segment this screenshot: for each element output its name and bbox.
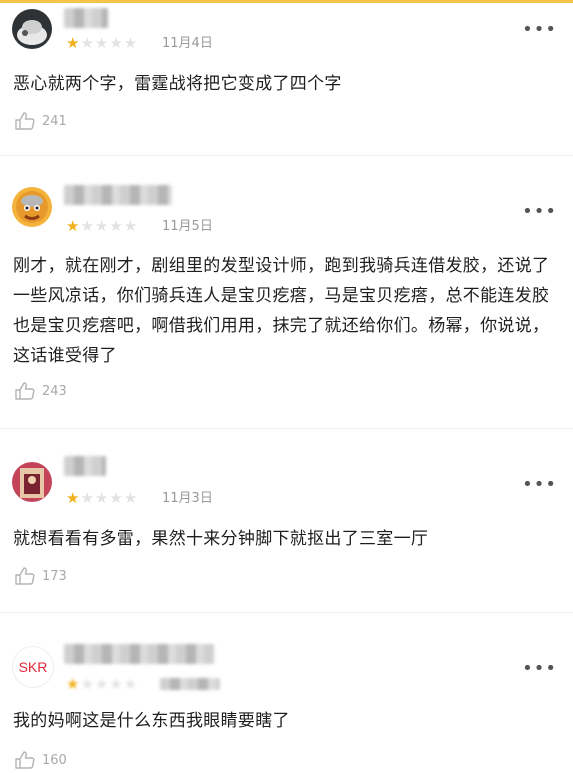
rating-stars: ★★★★★ (66, 218, 138, 234)
like-button[interactable]: 241 (14, 111, 67, 131)
more-options-icon[interactable]: ••• (522, 21, 557, 39)
comment-date: 11月4日 (162, 36, 213, 51)
date-blurred (160, 678, 220, 690)
avatar[interactable] (12, 462, 52, 502)
star-filled-icon: ★ (66, 34, 81, 52)
avatar[interactable]: SKR (12, 646, 54, 688)
avatar[interactable] (12, 9, 52, 49)
comment-date: 11月3日 (162, 491, 213, 506)
comment-text: 刚才，就在刚才，剧组里的发型设计师，跑到我骑兵连借发胶，还说了一些风凉话，你们骑… (13, 256, 550, 366)
username-blurred (64, 185, 172, 205)
star-empty-icon: ★★★★ (80, 217, 139, 235)
more-options-icon[interactable]: ••• (522, 203, 557, 221)
like-count: 241 (42, 113, 67, 129)
avatar-icon (12, 462, 52, 502)
username-blurred (64, 8, 108, 28)
star-filled-icon: ★ (66, 675, 81, 693)
comment-date: 11月5日 (162, 219, 213, 234)
star-empty-icon: ★★★★ (80, 34, 139, 52)
comment-card: SKR ★★★★★ ••• 我的妈啊这是什么东西我眼睛要瞎了 160 (0, 612, 573, 773)
comment-text: 我的妈啊这是什么东西我眼睛要瞎了 (13, 711, 290, 731)
comment-text: 就想看看有多雷，果然十来分钟脚下就抠出了三室一厅 (13, 529, 429, 549)
like-button[interactable]: 160 (14, 750, 67, 770)
avatar[interactable] (12, 187, 52, 227)
comment-card: ★★★★★ 11月5日 ••• 刚才，就在刚才，剧组里的发型设计师，跑到我骑兵连… (0, 155, 573, 429)
thumbs-up-icon (15, 382, 35, 400)
thumbs-up-icon (15, 567, 35, 585)
username-blurred (64, 456, 106, 476)
like-count: 173 (42, 568, 67, 584)
thumbs-up-icon (15, 112, 35, 130)
star-empty-icon: ★★★★ (80, 489, 139, 507)
like-count: 160 (42, 752, 67, 768)
avatar-icon: SKR (18, 659, 48, 675)
avatar-icon (12, 187, 52, 227)
thumbs-up-icon (15, 751, 35, 769)
rating-stars: ★★★★★ (66, 676, 138, 692)
comment-card: ★★★★★ 11月3日 ••• 就想看看有多雷，果然十来分钟脚下就抠出了三室一厅… (0, 428, 573, 613)
more-options-icon[interactable]: ••• (522, 660, 557, 678)
rating-stars: ★★★★★ (66, 35, 138, 51)
rating-stars: ★★★★★ (66, 490, 138, 506)
comment-text: 恶心就两个字，雷霆战将把它变成了四个字 (13, 74, 342, 94)
avatar-icon (12, 9, 52, 49)
star-filled-icon: ★ (66, 489, 81, 507)
like-button[interactable]: 243 (14, 381, 67, 401)
username-blurred (64, 644, 214, 664)
star-filled-icon: ★ (66, 217, 81, 235)
more-options-icon[interactable]: ••• (522, 476, 557, 494)
star-empty-icon: ★★★★ (80, 675, 139, 693)
like-count: 243 (42, 383, 67, 399)
like-button[interactable]: 173 (14, 566, 67, 586)
comment-card: ★★★★★ 11月4日 ••• 恶心就两个字，雷霆战将把它变成了四个字 241 (0, 3, 573, 156)
